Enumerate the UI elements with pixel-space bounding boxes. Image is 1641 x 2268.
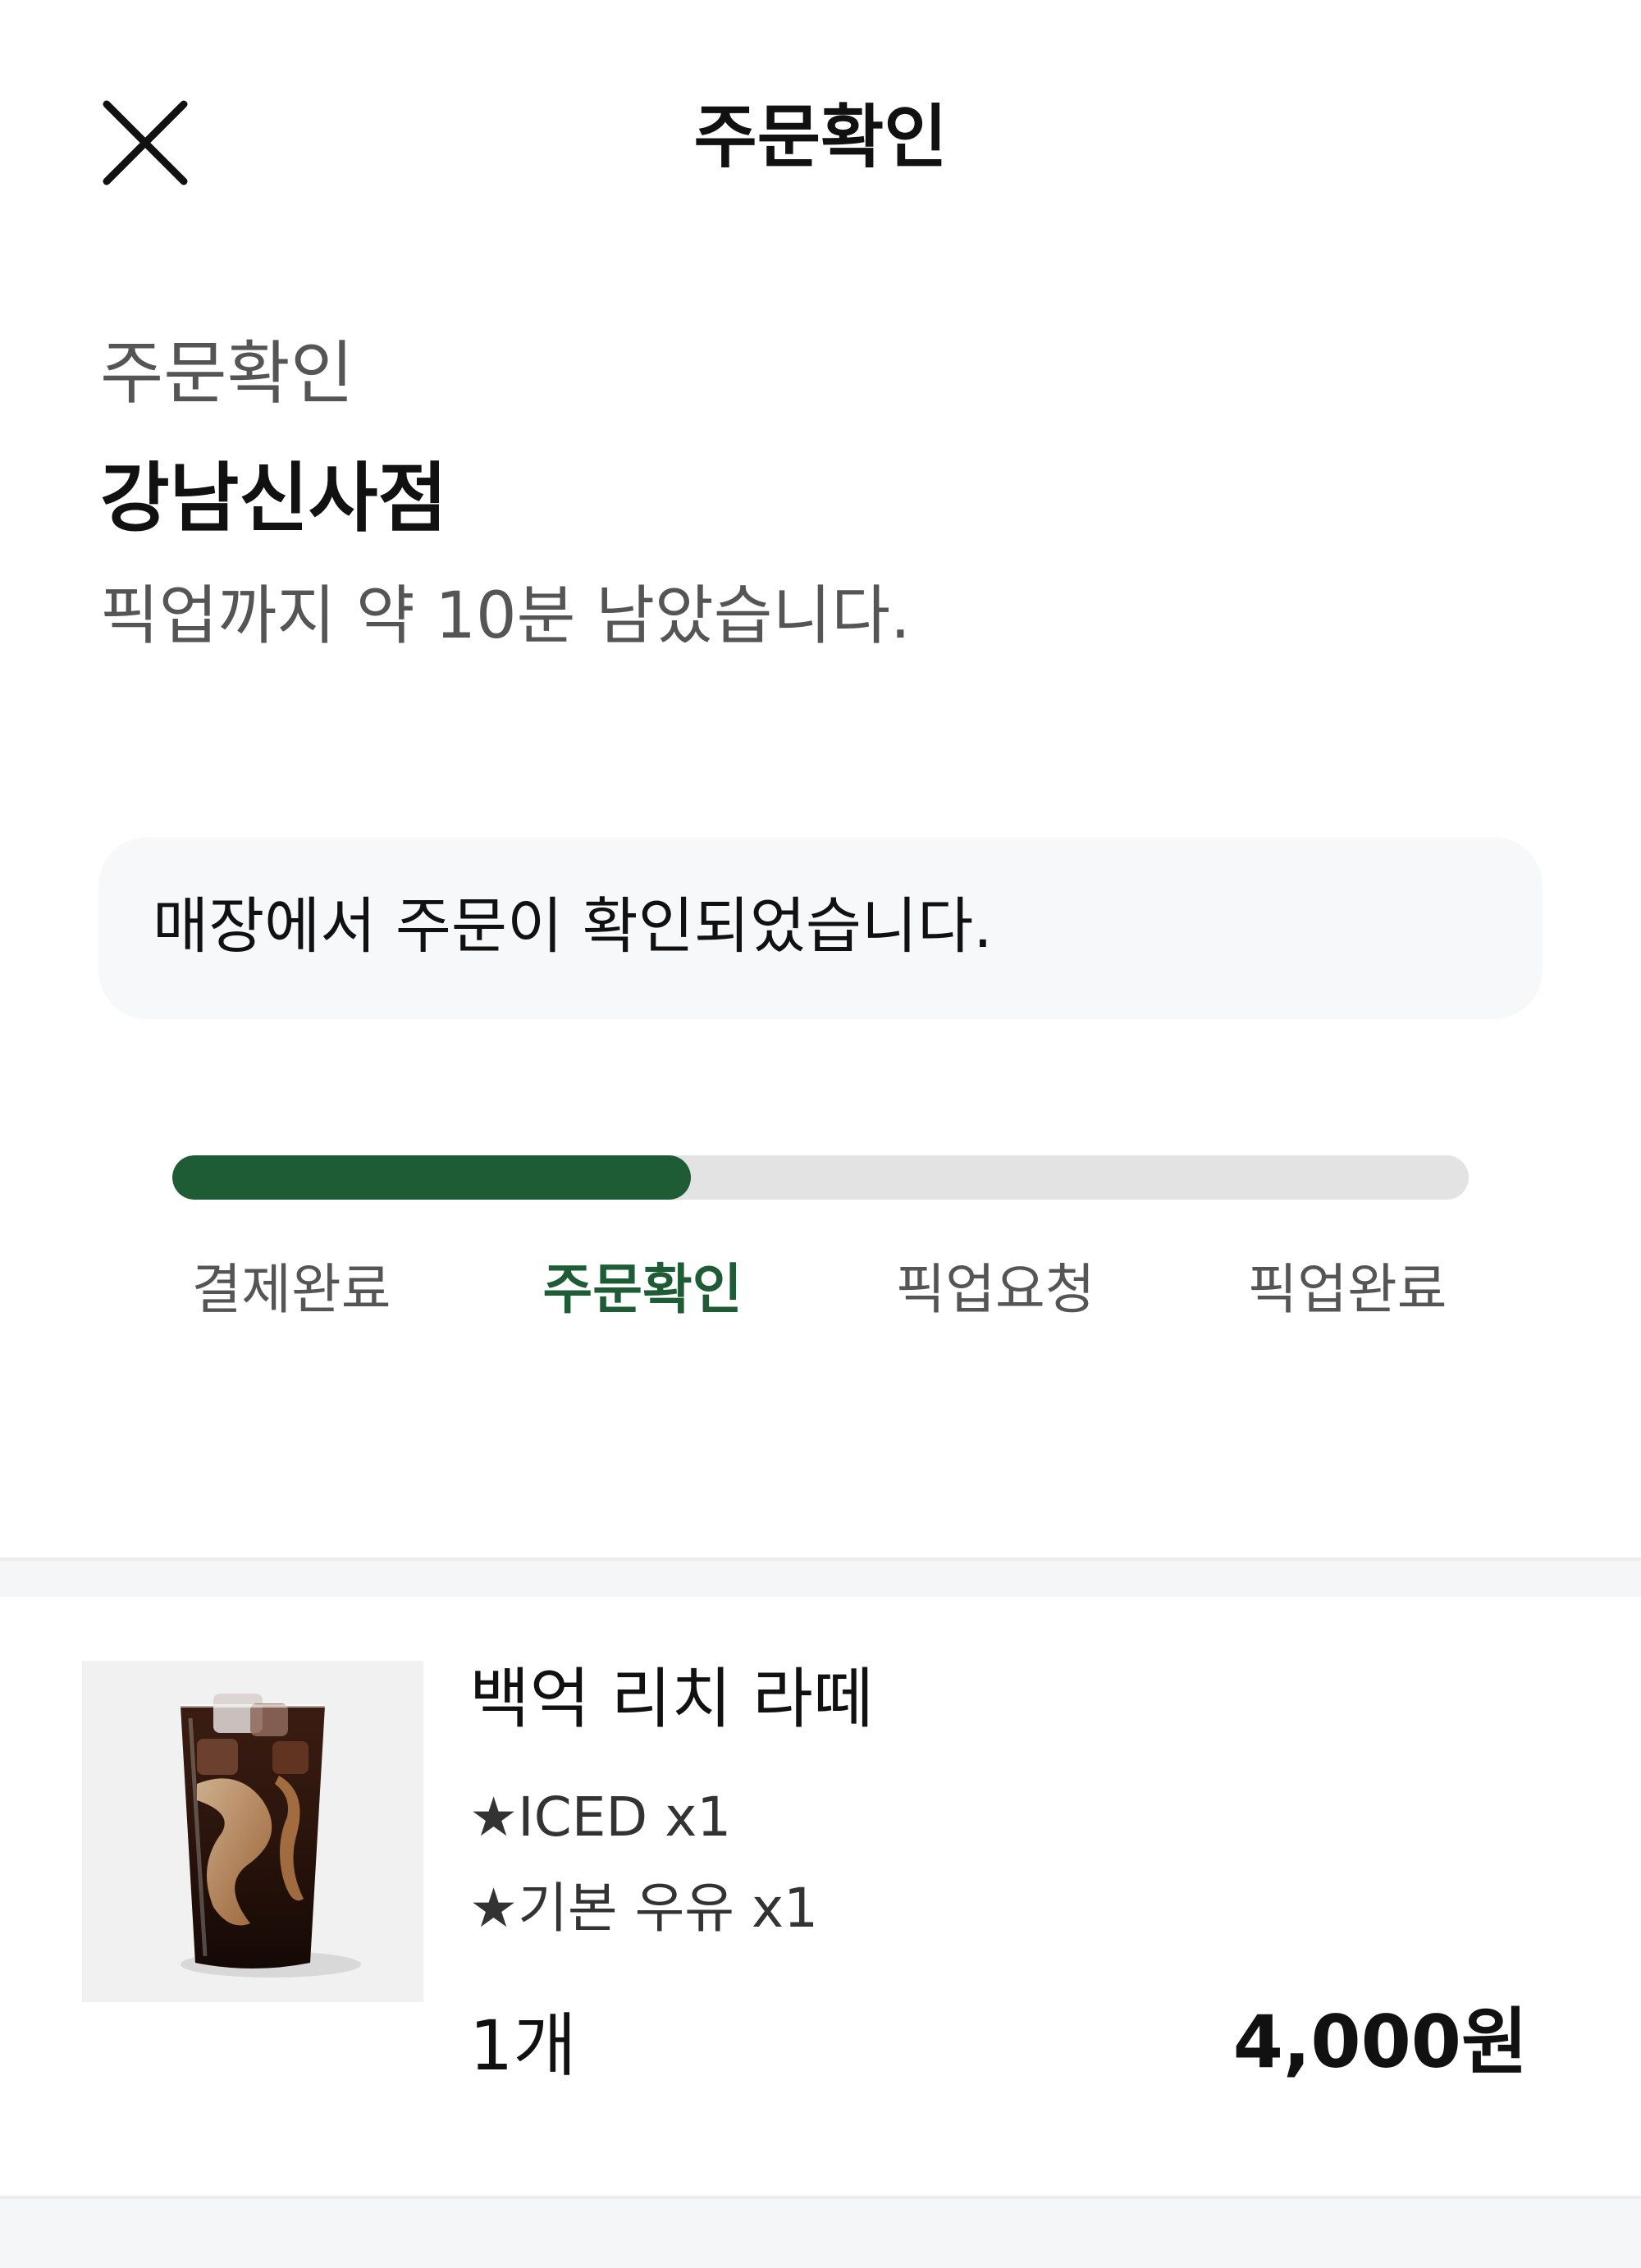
- item-quantity: 1개: [469, 2005, 577, 2086]
- status-label: 주문확인: [100, 333, 354, 414]
- iced-latte-image: [82, 1661, 423, 2002]
- progress-bar: [172, 1155, 1469, 1200]
- product-thumbnail: [82, 1661, 423, 2002]
- pickup-eta-text: 픽업까지 약 10분 남았습니다.: [100, 579, 911, 653]
- progress-steps: 결제완료 주문확인 픽업요청 픽업완료: [0, 1249, 1641, 1331]
- step-pickup-complete: 픽업완료: [1247, 1258, 1447, 1321]
- section-divider: [0, 2196, 1641, 2268]
- page-title: 주문확인: [693, 97, 948, 177]
- section-divider: [0, 1557, 1641, 1600]
- progress-bar-fill: [172, 1155, 691, 1200]
- step-payment-complete: 결제완료: [191, 1258, 391, 1321]
- notice-message: 매장에서 주문이 확인되었습니다.: [153, 891, 993, 962]
- product-option: ★기본 우유 x1: [469, 1877, 819, 1940]
- step-pickup-requested: 픽업요청: [895, 1258, 1095, 1321]
- notice-box: 매장에서 주문이 확인되었습니다.: [98, 837, 1543, 1019]
- item-price: 4,000원: [1232, 2000, 1528, 2084]
- product-option: ★ICED x1: [469, 1786, 732, 1849]
- product-name: 백억 리치 라떼: [469, 1661, 874, 1737]
- store-name: 강남신사점: [100, 455, 448, 542]
- app-header: 주문확인: [0, 0, 1641, 271]
- order-item: 백억 리치 라떼 ★ICED x1 ★기본 우유 x1 1개 4,000원: [0, 1597, 1641, 2196]
- order-status-section: 주문확인 강남신사점 픽업까지 약 10분 남았습니다.: [100, 328, 1544, 661]
- step-order-confirmed: 주문확인: [542, 1258, 743, 1321]
